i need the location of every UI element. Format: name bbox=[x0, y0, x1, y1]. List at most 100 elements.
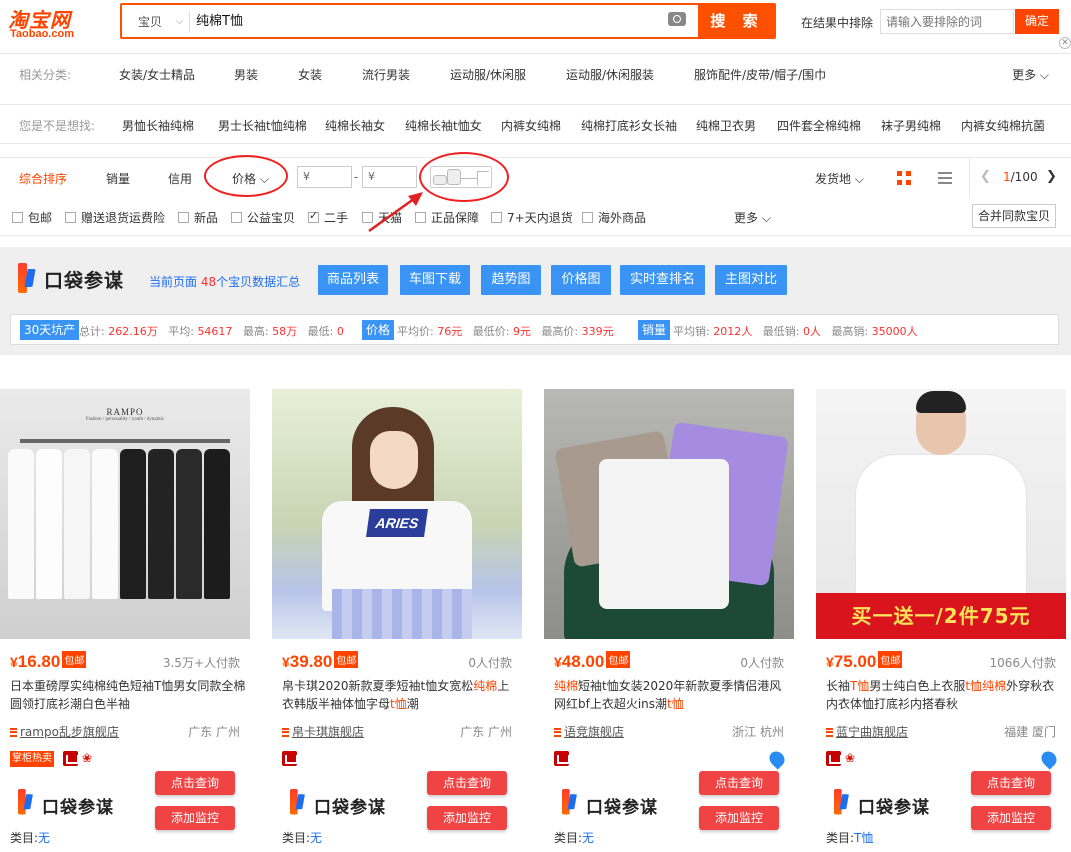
filter-return-insurance[interactable]: 赠送退货运费险 bbox=[65, 209, 165, 226]
price-max-input[interactable]: ¥ bbox=[362, 166, 417, 188]
query-button[interactable]: 点击查询 bbox=[427, 771, 507, 795]
exclude-confirm-button[interactable]: 确定 bbox=[1015, 9, 1059, 34]
related-item[interactable]: 流行男装 bbox=[362, 66, 410, 83]
product-image[interactable] bbox=[544, 389, 794, 639]
camera-icon[interactable] bbox=[668, 12, 686, 26]
product-image[interactable]: ARIES bbox=[272, 389, 522, 639]
exclude-input[interactable] bbox=[880, 9, 1014, 34]
search-input[interactable] bbox=[196, 11, 676, 33]
shop-link[interactable]: 蓝宁曲旗舰店 bbox=[826, 723, 908, 740]
add-monitor-button[interactable]: 添加监控 bbox=[971, 806, 1051, 830]
related-item[interactable]: 女装/女士精品 bbox=[119, 66, 195, 83]
suggest-item[interactable]: 纯棉打底衫女长袖 bbox=[581, 117, 677, 134]
filter-7day-return[interactable]: 7+天内退货 bbox=[491, 209, 573, 226]
filter-new[interactable]: 新品 bbox=[178, 209, 218, 226]
main-image-compare-button[interactable]: 主图对比 bbox=[715, 265, 787, 295]
add-monitor-button[interactable]: 添加监控 bbox=[699, 806, 779, 830]
filter-free-shipping[interactable]: 包邮 bbox=[12, 209, 52, 226]
ship-from-select[interactable]: 发货地 ⌵ bbox=[815, 170, 864, 187]
plugin-name: 口袋参谋 bbox=[858, 798, 930, 818]
stat-label: 最高: bbox=[242, 325, 269, 338]
water-drop-icon bbox=[1038, 748, 1060, 770]
card-plugin-logo: 口袋参谋 bbox=[562, 789, 682, 818]
sort-credit[interactable]: 信用 bbox=[168, 170, 192, 187]
filter-label: 公益宝贝 bbox=[247, 211, 296, 225]
query-button[interactable]: 点击查询 bbox=[699, 771, 779, 795]
related-item[interactable]: 服饰配件/皮带/帽子/围巾 bbox=[694, 66, 826, 83]
free-shipping-badge: 包邮 bbox=[62, 651, 87, 668]
title-highlight: t恤 bbox=[667, 697, 684, 711]
suggest-item[interactable]: 袜子男纯棉 bbox=[881, 117, 941, 134]
checkbox[interactable] bbox=[12, 212, 23, 223]
search-scope-select[interactable]: 宝贝 ⌵ bbox=[128, 11, 190, 33]
suggest-item[interactable]: 纯棉卫衣男 bbox=[696, 117, 756, 134]
product-image[interactable]: 买一送一/2件75元 bbox=[816, 389, 1066, 639]
price-min-input[interactable]: ¥ bbox=[297, 166, 352, 188]
summary-prefix: 当前页面 bbox=[149, 275, 198, 289]
close-icon[interactable]: ✕ bbox=[1059, 37, 1071, 49]
rank-check-button[interactable]: 实时查排名 bbox=[620, 265, 705, 295]
suggest-item[interactable]: 内裤女纯棉抗菌 bbox=[961, 117, 1045, 134]
related-more[interactable]: 更多 ⌵ bbox=[1012, 66, 1049, 83]
product-title[interactable]: 日本重磅厚实纯棉纯色短袖T恤男女同款全棉圆领打底衫潮白色半袖 bbox=[10, 677, 246, 713]
suggest-item[interactable]: 男士长袖t恤纯棉 bbox=[218, 117, 307, 134]
filter-more[interactable]: 更多 ⌵ bbox=[734, 209, 771, 226]
sort-bar: 综合排序 销量 信用 价格 ⌵ ¥ - ¥ 发货地 ⌵ ❮ 1/100 ❯ 包邮… bbox=[0, 157, 1071, 236]
suggest-item[interactable]: 四件套全棉纯棉 bbox=[777, 117, 861, 134]
query-button[interactable]: 点击查询 bbox=[155, 771, 235, 795]
shop-link[interactable]: 帛卡琪旗舰店 bbox=[282, 723, 364, 740]
annotation-circle-toggle bbox=[419, 152, 509, 202]
filter-secondhand[interactable]: 二手 bbox=[308, 209, 348, 226]
search-button[interactable]: 搜 索 bbox=[698, 5, 776, 37]
product-title[interactable]: 长袖T恤男士纯白色上衣服t恤纯棉外穿秋衣内衣体恤打底衫内搭春秋 bbox=[826, 677, 1062, 713]
tmall-icon bbox=[554, 751, 570, 766]
suggest-item[interactable]: 纯棉长袖t恤女 bbox=[405, 117, 482, 134]
suggest-item[interactable]: 纯棉长袖女 bbox=[325, 117, 385, 134]
product-title[interactable]: 纯棉短袖t恤女装2020年新款夏季情侣港风网红bf上衣超火ins潮t恤 bbox=[554, 677, 790, 713]
shop-link[interactable]: rampo乱步旗舰店 bbox=[10, 723, 119, 740]
related-item[interactable]: 运动服/休闲服 bbox=[450, 66, 526, 83]
prev-page-icon[interactable]: ❮ bbox=[980, 169, 991, 184]
title-highlight: 纯棉 bbox=[982, 679, 1007, 693]
add-monitor-button[interactable]: 添加监控 bbox=[427, 806, 507, 830]
sort-row: 综合排序 销量 信用 价格 ⌵ ¥ - ¥ 发货地 ⌵ ❮ 1/100 ❯ bbox=[0, 158, 1071, 198]
related-item[interactable]: 运动服/休闲服装 bbox=[566, 66, 654, 83]
tmall-icon bbox=[282, 751, 298, 766]
category-value: T恤 bbox=[854, 831, 874, 845]
checkbox[interactable] bbox=[231, 212, 242, 223]
stat-label: 最低: bbox=[307, 325, 334, 338]
filter-charity[interactable]: 公益宝贝 bbox=[231, 209, 295, 226]
plugin-name: 口袋参谋 bbox=[44, 270, 125, 292]
ship-from-label: 发货地 bbox=[815, 172, 852, 186]
suggest-item[interactable]: 内裤女纯棉 bbox=[501, 117, 561, 134]
product-list-button[interactable]: 商品列表 bbox=[318, 265, 388, 295]
taobao-logo[interactable]: 淘宝网 Taobao.com bbox=[8, 4, 104, 42]
related-item[interactable]: 男装 bbox=[234, 66, 258, 83]
merge-same-button[interactable]: 合并同款宝贝 bbox=[972, 204, 1056, 228]
checkbox[interactable] bbox=[491, 212, 502, 223]
related-item[interactable]: 女装 bbox=[298, 66, 322, 83]
add-monitor-button[interactable]: 添加监控 bbox=[155, 806, 235, 830]
price-chart-button[interactable]: 价格图 bbox=[551, 265, 611, 295]
product-title[interactable]: 帛卡琪2020新款夏季短袖t恤女宽松纯棉上衣韩版半袖体恤字母t恤潮 bbox=[282, 677, 518, 713]
sort-sales[interactable]: 销量 bbox=[106, 170, 130, 187]
checkbox[interactable] bbox=[178, 212, 189, 223]
suggest-item[interactable]: 男恤长袖纯棉 bbox=[122, 117, 194, 134]
grid-view-icon[interactable] bbox=[897, 171, 911, 185]
image-download-button[interactable]: 车图下载 bbox=[400, 265, 470, 295]
filter-label: 新品 bbox=[194, 211, 219, 225]
checkbox-checked[interactable] bbox=[308, 209, 319, 223]
tmall-icon bbox=[63, 751, 79, 766]
checkbox[interactable] bbox=[65, 212, 76, 223]
list-view-icon[interactable] bbox=[938, 171, 952, 185]
trend-chart-button[interactable]: 趋势图 bbox=[481, 265, 541, 295]
checkbox[interactable] bbox=[582, 212, 593, 223]
product-image[interactable]: RAMPO Fashion / personality / youth / dyn… bbox=[0, 389, 250, 639]
filter-overseas[interactable]: 海外商品 bbox=[582, 209, 646, 226]
query-button[interactable]: 点击查询 bbox=[971, 771, 1051, 795]
shop-link[interactable]: 语竞旗舰店 bbox=[554, 723, 624, 740]
next-page-icon[interactable]: ❯ bbox=[1046, 169, 1057, 184]
category-label: 类目: bbox=[10, 831, 39, 845]
price-value: 75.00 bbox=[833, 652, 877, 671]
sort-default[interactable]: 综合排序 bbox=[19, 170, 67, 187]
